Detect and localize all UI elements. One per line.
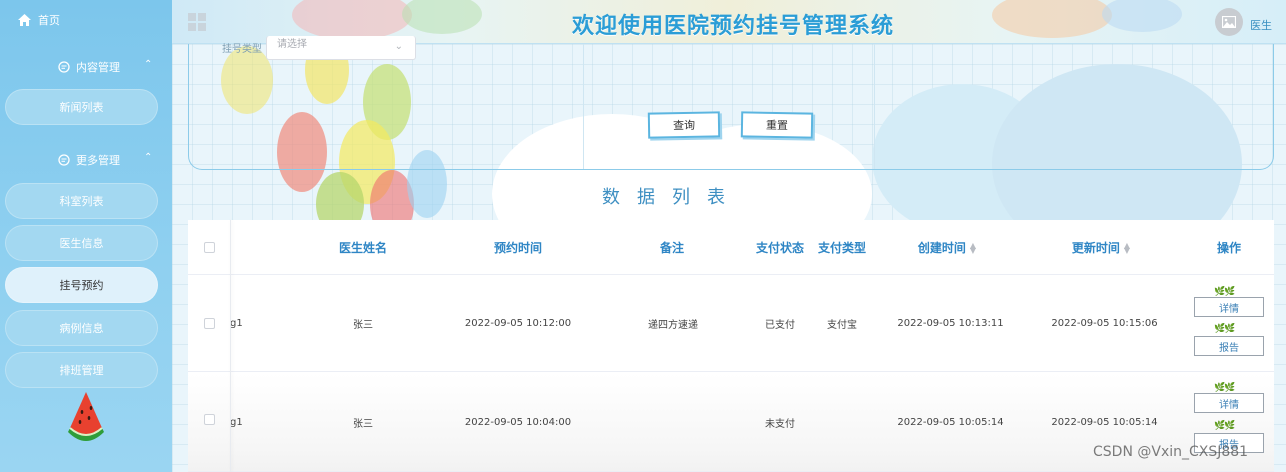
sidebar-group-more-label: 更多管理 <box>76 154 120 167</box>
select-placeholder: 请选择 <box>277 39 307 50</box>
list-title: 数据列表 <box>602 187 742 208</box>
sidebar-item-label: 科室列表 <box>59 195 104 208</box>
sidebar-item-appointments[interactable]: 挂号预约 <box>5 267 158 303</box>
cell-appoint-time: 2022-09-05 10:04:00 <box>464 416 572 428</box>
column-header-updated-label: 更新时间 <box>1071 240 1120 255</box>
cell-remark <box>628 373 718 471</box>
column-header-appoint-time: 预约时间 <box>493 240 542 255</box>
cell-account: g1 <box>230 318 243 329</box>
watermelon-decoration <box>68 392 104 441</box>
type-select[interactable]: 请选择 ⌄ <box>266 36 416 60</box>
sidebar-group-content[interactable]: 内容管理 ⌃ <box>58 59 152 75</box>
search-label-type: 挂号类型 <box>222 44 262 55</box>
column-header-actions: 操作 <box>1216 240 1241 255</box>
user-name[interactable]: 医生 <box>1250 17 1272 33</box>
paint-splash-decoration <box>292 0 412 40</box>
cell-created: 2022-09-05 10:13:11 <box>897 318 1004 329</box>
leaf-decoration: 🌿🌿 <box>1214 324 1235 334</box>
table-row: g1 张三 2022-09-05 10:12:00 递四方速递 已支付 支付宝 … <box>188 276 1274 372</box>
cell-pay-status: 已支付 <box>765 320 795 331</box>
menu-grid-icon[interactable] <box>188 13 206 31</box>
home-icon <box>18 14 31 26</box>
data-table: 医生姓名 预约时间 备注 支付状态 支付类型 创建时间 ▲ ▼ 更新时间 ▲ ▼ 操作 … <box>188 220 1274 472</box>
table-header: 医生姓名 预约时间 备注 支付状态 支付类型 创建时间 ▲ ▼ 更新时间 ▲ ▼ 操作 <box>188 220 1274 275</box>
panel-divider <box>874 44 875 169</box>
cell-pay-status: 未支付 <box>765 418 795 430</box>
chevron-down-icon: ⌄ <box>394 41 403 52</box>
paint-splash-decoration <box>992 0 1112 38</box>
paint-splash-decoration <box>1102 0 1182 32</box>
query-button[interactable]: 查询 <box>647 111 721 139</box>
sidebar-item-schedule[interactable]: 排班管理 <box>5 352 158 388</box>
report-button[interactable]: 报告 <box>1194 336 1264 356</box>
select-all-checkbox[interactable] <box>204 242 215 253</box>
column-header-doctor: 医生姓名 <box>338 240 387 255</box>
avatar[interactable] <box>1215 8 1243 36</box>
row-checkbox[interactable] <box>204 414 215 425</box>
cell-remark: 递四方速递 <box>648 320 698 331</box>
leaf-decoration: 🌿🌿 <box>1214 421 1235 431</box>
sidebar-item-news[interactable]: 新闻列表 <box>5 89 158 125</box>
detail-button[interactable]: 详情 <box>1194 393 1264 413</box>
chevron-up-icon: ⌃ <box>144 152 153 163</box>
cell-created: 2022-09-05 10:05:14 <box>897 416 1004 428</box>
sort-icon[interactable]: ▲ ▼ <box>1124 241 1130 254</box>
column-header-pay-status: 支付状态 <box>756 240 805 255</box>
sidebar-item-label: 病例信息 <box>59 322 104 335</box>
cell-pay-type <box>816 373 868 471</box>
column-header-pay-type: 支付类型 <box>818 240 867 255</box>
detail-button[interactable]: 详情 <box>1194 297 1264 317</box>
leaf-decoration: 🌿🌿 <box>1214 383 1235 393</box>
sidebar-group-content-label: 内容管理 <box>76 61 120 74</box>
search-panel <box>188 44 1274 170</box>
leaf-decoration: 🌿🌿 <box>1214 287 1235 297</box>
sidebar-item-label: 排班管理 <box>59 364 104 377</box>
cell-account: g1 <box>230 416 243 428</box>
column-header-updated[interactable]: 更新时间 ▲ ▼ <box>1056 220 1146 275</box>
cell-updated: 2022-09-05 10:15:06 <box>1051 318 1158 329</box>
sidebar-item-departments[interactable]: 科室列表 <box>5 183 158 219</box>
sidebar-item-label: 挂号预约 <box>59 279 104 292</box>
cell-doctor: 张三 <box>353 320 373 331</box>
chevron-up-icon: ⌃ <box>144 59 153 70</box>
page-title: 欢迎使用医院预约挂号管理系统 <box>572 14 895 39</box>
message-icon <box>58 154 70 166</box>
column-header-created-label: 创建时间 <box>917 240 966 255</box>
column-header-created[interactable]: 创建时间 ▲ ▼ <box>902 220 992 275</box>
fixed-column-divider <box>230 220 231 472</box>
sidebar-group-more[interactable]: 更多管理 ⌃ <box>58 152 152 168</box>
sidebar-item-cases[interactable]: 病例信息 <box>5 310 158 346</box>
column-header-remark: 备注 <box>659 240 684 255</box>
sidebar-item-label: 新闻列表 <box>59 101 104 114</box>
cell-pay-type: 支付宝 <box>827 320 857 331</box>
sidebar-item-home[interactable]: 首页 <box>18 11 60 29</box>
message-icon <box>58 61 70 73</box>
row-checkbox[interactable] <box>204 318 215 329</box>
image-icon <box>1222 16 1236 28</box>
sidebar-item-label: 医生信息 <box>59 237 104 250</box>
cell-appoint-time: 2022-09-05 10:12:00 <box>464 318 572 329</box>
sort-icon[interactable]: ▲ ▼ <box>970 241 976 254</box>
panel-divider <box>583 44 584 169</box>
cell-doctor: 张三 <box>353 418 373 430</box>
sidebar-home-label: 首页 <box>38 14 60 27</box>
sidebar: 首页 内容管理 ⌃ 新闻列表 更多管理 ⌃ 科室列表 医生信息 挂号预约 病例信… <box>0 0 172 472</box>
watermark-text: CSDN @Vxin_CXSJ881 <box>1093 444 1249 460</box>
reset-button[interactable]: 重置 <box>740 111 814 139</box>
paint-splash-decoration <box>402 0 482 34</box>
sidebar-item-doctors[interactable]: 医生信息 <box>5 225 158 261</box>
